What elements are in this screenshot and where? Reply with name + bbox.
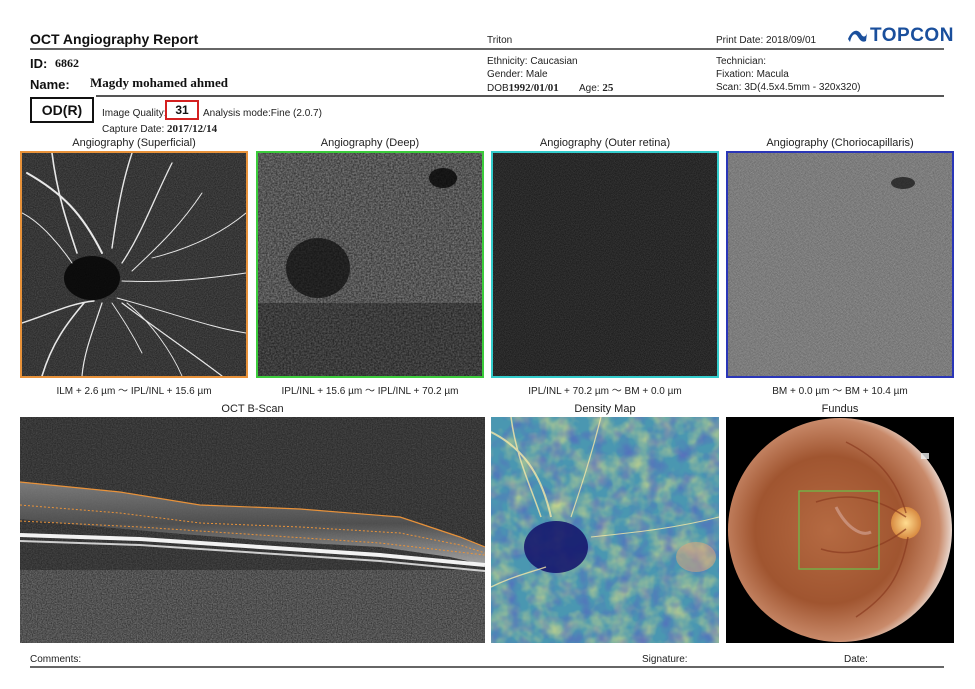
density-title: Density Map (574, 403, 636, 415)
range-outer: IPL/INL + 70.2 µm ～ BM + 0.0 µm (528, 386, 682, 397)
print-date: Print Date: 2018/09/01 (716, 35, 817, 46)
report-title: OCT Angiography Report (30, 31, 199, 47)
name-label: Name: (30, 77, 70, 92)
panel-title-deep: Angiography (Deep) (320, 137, 420, 149)
eye-badge: OD(R) (30, 97, 94, 123)
capture-label: Capture Date: (102, 124, 165, 135)
analysis-mode: Analysis mode:Fine (2.0.7) (203, 108, 322, 119)
bscan-title: OCT B-Scan (221, 403, 284, 415)
date-label: Date: (844, 654, 868, 665)
range-deep: IPL/INL + 15.6 µm ～ IPL/INL + 70.2 µm (281, 386, 459, 397)
quality-value: 31 (165, 100, 199, 120)
dob-label: DOB (487, 83, 509, 94)
dob: DOB1992/01/01 (487, 82, 559, 94)
angio-chorio-image (726, 151, 954, 378)
id-label: ID: (30, 56, 48, 71)
footer-rule (30, 666, 944, 668)
info-rule (96, 95, 944, 97)
name-value: Magdy mohamed ahmed (90, 75, 228, 90)
age: Age: 25 (579, 82, 613, 94)
header-rule (30, 48, 944, 50)
panel-title-chorio: Angiography (Choriocapillaris) (766, 137, 914, 149)
technician: Technician: (716, 56, 767, 67)
id-value: 6862 (55, 56, 79, 70)
oct-bscan-image (20, 417, 485, 643)
angio-deep-image (256, 151, 484, 378)
age-label: Age: (579, 83, 600, 94)
gender: Gender: Male (487, 69, 548, 80)
capture-date: Capture Date: 2017/12/14 (102, 123, 217, 135)
topcon-logo-icon (848, 30, 867, 42)
topcon-logo: TOPCON (846, 25, 954, 47)
age-value: 25 (602, 82, 614, 94)
panel-title-superficial: Angiography (Superficial) (72, 137, 196, 149)
brand-name: TOPCON (870, 25, 954, 46)
dob-value: 1992/01/01 (508, 82, 559, 94)
panel-title-outer: Angiography (Outer retina) (539, 137, 671, 149)
capture-value: 2017/12/14 (167, 123, 218, 135)
ethnicity: Ethnicity: Caucasian (487, 56, 578, 67)
signature-label: Signature: (642, 654, 688, 665)
density-map-image (491, 417, 719, 643)
device-name: Triton (487, 35, 513, 46)
range-superficial: ILM + 2.6 µm ～ IPL/INL + 15.6 µm (56, 386, 212, 397)
quality-label: Image Quality: (102, 108, 167, 119)
angio-superficial-image (20, 151, 248, 378)
fundus-title: Fundus (821, 403, 859, 415)
angio-outer-image (491, 151, 719, 378)
fundus-image (726, 417, 954, 643)
scan-info: Scan: 3D(4.5x4.5mm - 320x320) (716, 82, 861, 93)
fixation: Fixation: Macula (716, 69, 789, 80)
comments-label: Comments: (30, 654, 82, 665)
range-chorio: BM + 0.0 µm ～ BM + 10.4 µm (772, 386, 908, 397)
